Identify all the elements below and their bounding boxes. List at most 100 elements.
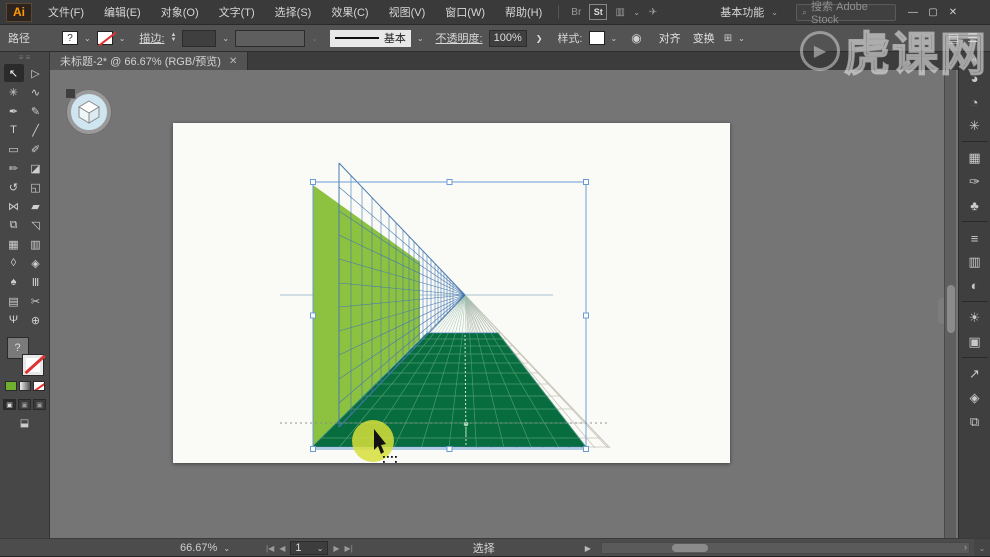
stroke-weight-field[interactable]	[182, 30, 216, 47]
artboard[interactable]	[173, 123, 730, 463]
tool-perspective-grid[interactable]: ◹	[26, 216, 46, 234]
panel-toggle-icon[interactable]: ▤	[948, 31, 959, 45]
stroke-weight-stepper[interactable]: ▲▼	[170, 33, 176, 43]
zoom-level-dropdown[interactable]: 66.67% ⌄	[180, 542, 258, 554]
next-artboard-button[interactable]: ▶	[333, 544, 339, 553]
chevron-down-icon[interactable]: ⌄	[84, 34, 91, 43]
screen-mode-button[interactable]: ⬓	[20, 418, 29, 429]
tool-shape-builder[interactable]: ⧉	[4, 216, 24, 234]
panel-stroke[interactable]: ≡	[962, 226, 988, 250]
draw-inside-mode-button[interactable]: ▣	[33, 399, 46, 410]
maximize-button[interactable]: ▢	[924, 4, 942, 20]
first-artboard-button[interactable]: |◀	[266, 544, 274, 553]
panel-appearance[interactable]: ☀	[962, 306, 988, 330]
tool-width[interactable]: ⋈	[4, 197, 24, 215]
document-tab[interactable]: 未标题-2* @ 66.67% (RGB/预览) ✕	[50, 52, 248, 70]
perspective-grid-widget[interactable]	[67, 90, 111, 134]
brush-definition-dropdown[interactable]: 基本	[330, 30, 411, 47]
panel-transparency[interactable]: ◐	[962, 274, 988, 302]
gradient-button[interactable]	[19, 381, 31, 391]
draw-normal-mode-button[interactable]: ▣	[3, 399, 16, 410]
document-setup-icon[interactable]: ◉	[631, 31, 641, 45]
tool-gradient[interactable]: ▥	[26, 235, 46, 253]
tool-scale[interactable]: ◱	[26, 178, 46, 196]
vertical-scrollbar[interactable]	[944, 70, 956, 538]
canvas-area[interactable]	[50, 70, 958, 538]
opacity-field[interactable]: 100%	[489, 30, 527, 47]
tool-mesh[interactable]: ▦	[4, 235, 24, 253]
arrange-documents-icon[interactable]: ▥	[611, 4, 629, 20]
chevron-down-icon[interactable]: ⌄	[611, 34, 618, 43]
tool-rotate[interactable]: ↺	[4, 178, 24, 196]
stock-search-input[interactable]: ⌕ 搜索 Adobe Stock	[796, 4, 896, 21]
tool-column-graph[interactable]: Ⅲ	[26, 273, 46, 291]
artboard-number-dropdown[interactable]: 1 ⌄	[290, 541, 328, 555]
panel-symbols[interactable]: ♣	[962, 194, 988, 222]
tool-artboard[interactable]: ▤	[4, 292, 24, 310]
artboard-artwork[interactable]	[173, 123, 730, 463]
scroll-down-icon[interactable]: ⌄	[974, 539, 990, 557]
tool-paintbrush[interactable]: ✐	[26, 140, 46, 158]
chevron-down-icon[interactable]: ⌄	[222, 34, 229, 43]
stroke-weight-label[interactable]: 描边:	[139, 30, 164, 46]
tool-selection[interactable]: ↖	[4, 64, 24, 82]
panel-swatches[interactable]: ▦	[962, 146, 988, 170]
tool-magic-wand[interactable]: ✳	[4, 83, 24, 101]
stroke-swatch[interactable]	[97, 31, 113, 45]
tool-eraser[interactable]: ◪	[26, 159, 46, 177]
adobe-stock-icon[interactable]: St	[589, 4, 607, 20]
tool-symbol-sprayer[interactable]: ♠	[4, 273, 24, 291]
panel-export[interactable]: ↗	[962, 362, 988, 386]
stroke-color-box[interactable]	[23, 355, 43, 375]
chevron-down-icon[interactable]: ⌄	[738, 34, 745, 43]
menu-effect[interactable]: 效果(C)	[321, 0, 378, 25]
menu-type[interactable]: 文字(T)	[209, 0, 265, 25]
panel-color-guide[interactable]: ◔	[962, 90, 988, 114]
tool-lasso[interactable]: ∿	[26, 83, 46, 101]
tool-hand[interactable]: Ψ	[4, 311, 24, 329]
horizontal-scrollbar-thumb[interactable]	[672, 544, 708, 552]
align-button[interactable]: 对齐	[656, 30, 684, 46]
menu-select[interactable]: 选择(S)	[265, 0, 322, 25]
tool-type[interactable]: T	[4, 121, 24, 139]
opacity-label[interactable]: 不透明度:	[436, 30, 483, 46]
menu-window[interactable]: 窗口(W)	[435, 0, 495, 25]
panel-layers[interactable]: ◈	[962, 386, 988, 410]
status-options-icon[interactable]: ▶	[585, 544, 591, 553]
tool-pen[interactable]: ✒	[4, 102, 24, 120]
tool-direct-selection[interactable]: ▷	[26, 64, 46, 82]
panel-artboards[interactable]: ⧉	[962, 410, 988, 434]
panel-grip[interactable]: ≡ ≡	[19, 52, 31, 64]
none-button[interactable]	[33, 381, 45, 391]
prev-artboard-button[interactable]: ◀	[279, 544, 285, 553]
menu-object[interactable]: 对象(O)	[151, 0, 209, 25]
panel-gradient[interactable]: ▥	[962, 250, 988, 274]
chevron-down-icon[interactable]: ⌄	[119, 34, 126, 43]
menu-view[interactable]: 视图(V)	[379, 0, 436, 25]
tool-curvature[interactable]: ✎	[26, 102, 46, 120]
tool-free-transform[interactable]: ▰	[26, 197, 46, 215]
last-artboard-button[interactable]: ▶|	[345, 544, 353, 553]
share-icon[interactable]: ✈	[644, 4, 662, 20]
panel-cc-libraries[interactable]: ✳	[962, 114, 988, 142]
menu-help[interactable]: 帮助(H)	[495, 0, 552, 25]
close-icon[interactable]: ✕	[229, 56, 237, 67]
chevron-down-icon[interactable]: ⌄	[417, 34, 424, 43]
chevron-down-icon[interactable]: ⌄	[633, 8, 640, 17]
expand-panels-icon[interactable]: «	[972, 54, 977, 66]
panel-brushes[interactable]: ✑	[962, 170, 988, 194]
control-panel-menu-icon[interactable]: ☰	[967, 31, 978, 45]
draw-behind-mode-button[interactable]: ▣	[18, 399, 31, 410]
style-swatch[interactable]	[589, 31, 605, 45]
scroll-right-icon[interactable]: ›	[964, 542, 967, 552]
tool-blend[interactable]: ◈	[26, 254, 46, 272]
more-options-icon[interactable]: ⊞	[724, 33, 732, 44]
workspace-switcher[interactable]: 基本功能 ⌄	[712, 4, 788, 20]
color-button[interactable]	[5, 381, 17, 391]
menu-file[interactable]: 文件(F)	[38, 0, 94, 25]
opacity-more-button[interactable]: ❯	[533, 34, 546, 43]
horizontal-scrollbar[interactable]: ›	[601, 542, 970, 554]
fill-swatch[interactable]: ?	[62, 31, 78, 45]
close-button[interactable]: ✕	[944, 4, 962, 20]
bridge-icon[interactable]: Br	[567, 4, 585, 20]
